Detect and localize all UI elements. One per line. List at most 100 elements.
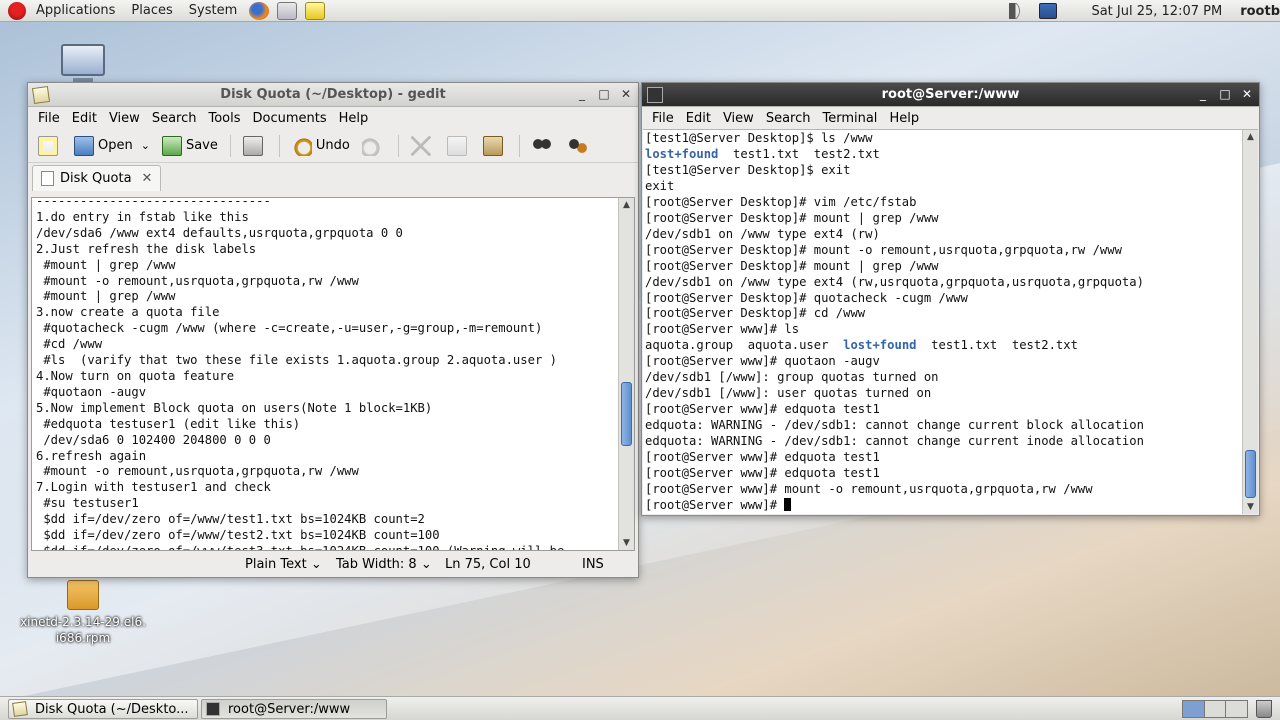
terminal-title: root@Server:/www — [881, 87, 1020, 102]
gedit-menu-file[interactable]: File — [32, 111, 66, 126]
editor-scrollbar[interactable]: ▲ ▼ — [618, 198, 634, 550]
terminal-titlebar[interactable]: root@Server:/www _ □ ✕ — [642, 83, 1259, 107]
language-selector[interactable]: Plain Text ⌄ — [245, 557, 322, 572]
minimize-icon[interactable]: _ — [1197, 87, 1209, 101]
terminal-line: [root@Server Desktop]# mount -o remount,… — [645, 242, 1122, 257]
menu-applications[interactable]: Applications — [28, 3, 123, 18]
terminal-scrollbar[interactable]: ▲ ▼ — [1242, 130, 1258, 514]
scroll-up-icon[interactable]: ▲ — [1243, 130, 1258, 144]
close-tab-icon[interactable]: ✕ — [142, 171, 153, 186]
desktop-rpm-file[interactable]: xinetd-2.3.14-29.el6. i686.rpm — [14, 580, 152, 646]
chevron-down-icon[interactable]: ⌄ — [141, 139, 150, 152]
gedit-menu-view[interactable]: View — [103, 111, 146, 126]
menu-places[interactable]: Places — [123, 3, 180, 18]
editor-line: 6.refresh again — [36, 448, 147, 463]
maximize-icon[interactable]: □ — [598, 87, 610, 101]
gedit-menu-help[interactable]: Help — [333, 111, 375, 126]
menu-system[interactable]: System — [181, 3, 245, 18]
scrollbar-thumb[interactable] — [1245, 450, 1256, 498]
scrollbar-thumb[interactable] — [621, 382, 632, 446]
terminal-menu-view[interactable]: View — [717, 111, 760, 126]
terminal-line: edquota: WARNING - /dev/sdb1: cannot cha… — [645, 418, 1144, 433]
user-menu[interactable]: rootb — [1240, 4, 1280, 19]
tab-label: Disk Quota — [60, 171, 132, 186]
workspace-2[interactable] — [1204, 701, 1227, 717]
cut-button[interactable] — [405, 132, 441, 160]
mail-icon[interactable] — [277, 1, 298, 20]
gedit-app-icon — [12, 701, 28, 717]
terminal-line: /dev/sdb1 [/www]: user quotas turned on — [645, 386, 932, 401]
binoculars-icon — [531, 135, 552, 156]
terminal-menu-search[interactable]: Search — [760, 111, 817, 126]
find-button[interactable] — [526, 132, 562, 160]
scroll-up-icon[interactable]: ▲ — [619, 198, 634, 212]
minimize-icon[interactable]: _ — [576, 87, 588, 101]
editor-line: -------------------------------- — [36, 197, 271, 208]
terminal-output[interactable]: [test1@Server Desktop]$ ls /www lost+foun… — [643, 129, 1258, 514]
editor-text[interactable]: -------------------------------- 1.do ent… — [36, 197, 616, 550]
editor-area[interactable]: -------------------------------- 1.do ent… — [31, 197, 635, 551]
terminal-text[interactable]: [test1@Server Desktop]$ ls /www lost+foun… — [645, 131, 1144, 514]
desktop-computer[interactable] — [58, 44, 108, 84]
clock[interactable]: Sat Jul 25, 12:07 PM — [1091, 4, 1222, 19]
gedit-menu-search[interactable]: Search — [146, 111, 203, 126]
terminal-app-icon — [647, 86, 663, 103]
top-panel: Applications Places System Sat Jul 25, 1… — [0, 0, 1280, 22]
gedit-menu-tools[interactable]: Tools — [202, 111, 246, 126]
workspace-1[interactable] — [1183, 701, 1205, 717]
tab-width-selector[interactable]: Tab Width: 8 ⌄ — [336, 557, 432, 572]
taskbar-gedit-label: Disk Quota (~/Deskto... — [35, 701, 189, 717]
open-button[interactable]: Open ⌄ — [68, 132, 156, 160]
gedit-menu-documents[interactable]: Documents — [247, 111, 333, 126]
terminal-menubar: File Edit View Search Terminal Help — [642, 107, 1259, 129]
paste-button[interactable] — [477, 132, 513, 160]
terminal-cursor — [784, 497, 792, 511]
replace-button[interactable] — [562, 132, 598, 160]
speaker-icon[interactable] — [1009, 3, 1028, 19]
scroll-down-icon[interactable]: ▼ — [1243, 500, 1258, 514]
firefox-icon[interactable] — [249, 1, 270, 20]
terminal-menu-terminal[interactable]: Terminal — [816, 111, 883, 126]
tab-disk-quota[interactable]: Disk Quota ✕ — [32, 165, 162, 191]
editor-line: /dev/sda6 0 102400 204800 0 0 0 — [36, 432, 271, 447]
terminal-line: /dev/sdb1 on /www type ext4 (rw,usrquota… — [645, 274, 1144, 289]
bottom-panel: Disk Quota (~/Deskto... root@Server:/www — [0, 696, 1280, 720]
paste-icon — [482, 135, 503, 156]
workspace-3[interactable] — [1226, 701, 1248, 717]
gedit-title: Disk Quota (~/Desktop) - gedit — [220, 87, 446, 102]
taskbar-gedit[interactable]: Disk Quota (~/Deskto... — [8, 699, 198, 719]
copy-icon — [446, 135, 467, 156]
close-icon[interactable]: ✕ — [620, 87, 632, 101]
close-icon[interactable]: ✕ — [1241, 87, 1253, 101]
gedit-tabbar: Disk Quota ✕ — [28, 163, 638, 191]
editor-line: #quotaon -augv — [36, 384, 147, 399]
gedit-titlebar[interactable]: Disk Quota (~/Desktop) - gedit _ □ ✕ — [28, 83, 638, 107]
gedit-menu-edit[interactable]: Edit — [66, 111, 103, 126]
chevron-down-icon: ⌄ — [310, 557, 322, 572]
new-button[interactable] — [32, 132, 68, 160]
terminal-line: [root@Server www]# edquota test1 — [645, 402, 880, 417]
workspace-switcher[interactable] — [1182, 700, 1248, 718]
redo-icon — [361, 135, 382, 156]
taskbar-terminal-label: root@Server:/www — [228, 701, 351, 717]
print-button[interactable] — [237, 132, 273, 160]
terminal-menu-edit[interactable]: Edit — [680, 111, 717, 126]
terminal-menu-help[interactable]: Help — [883, 111, 925, 126]
maximize-icon[interactable]: □ — [1219, 87, 1231, 101]
trash-icon[interactable] — [1256, 700, 1272, 718]
undo-icon — [291, 135, 312, 156]
redo-button[interactable] — [356, 132, 392, 160]
copy-button[interactable] — [441, 132, 477, 160]
scroll-down-icon[interactable]: ▼ — [619, 536, 634, 550]
terminal-menu-file[interactable]: File — [646, 111, 680, 126]
editor-line: /dev/sda6 /www ext4 defaults,usrquota,gr… — [36, 225, 403, 240]
redhat-icon[interactable] — [8, 1, 26, 20]
computer-icon — [61, 44, 105, 84]
notes-icon[interactable] — [305, 1, 326, 20]
save-button[interactable]: Save — [156, 132, 224, 160]
editor-line: 4.Now turn on quota feature — [36, 368, 235, 383]
taskbar-terminal[interactable]: root@Server:/www — [201, 699, 387, 719]
network-icon[interactable] — [1039, 3, 1058, 19]
editor-line: #ls (varify that two these file exists 1… — [36, 353, 557, 368]
undo-button[interactable]: Undo — [286, 132, 356, 160]
